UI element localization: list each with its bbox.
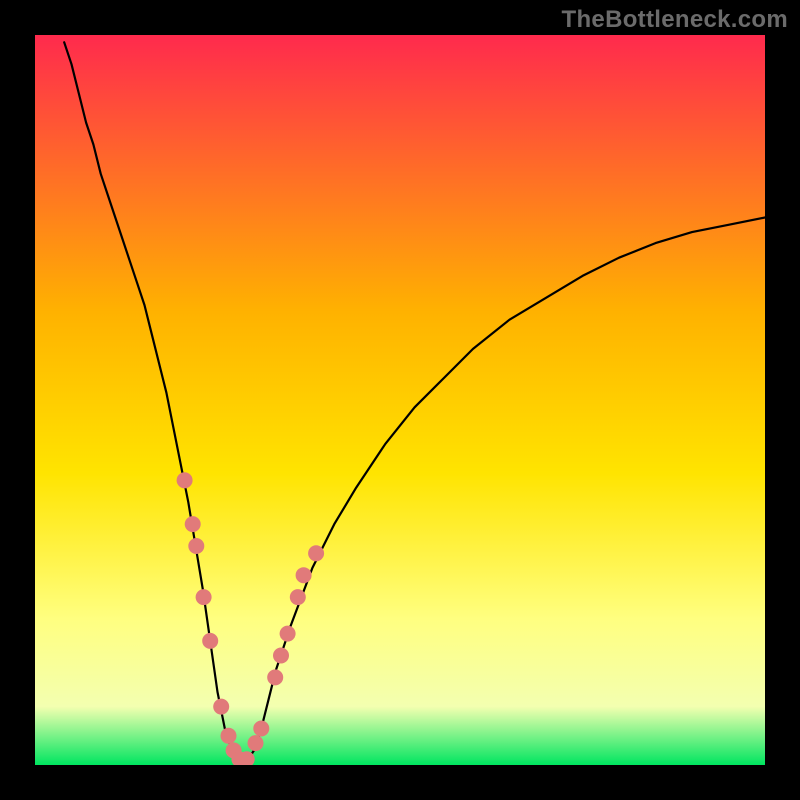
plot-area: [35, 35, 765, 765]
curve-marker: [280, 626, 296, 642]
chart-svg: [35, 35, 765, 765]
curve-marker: [188, 538, 204, 554]
curve-marker: [253, 721, 269, 737]
curve-marker: [296, 567, 312, 583]
curve-marker: [202, 633, 218, 649]
curve-marker: [248, 735, 264, 751]
gradient-background: [35, 35, 765, 765]
curve-marker: [185, 516, 201, 532]
curve-marker: [177, 472, 193, 488]
watermark-text: TheBottleneck.com: [562, 6, 788, 34]
chart-stage: TheBottleneck.com: [0, 0, 800, 800]
curve-marker: [267, 669, 283, 685]
curve-marker: [196, 589, 212, 605]
curve-marker: [308, 545, 324, 561]
curve-marker: [213, 699, 229, 715]
curve-marker: [273, 648, 289, 664]
curve-marker: [221, 728, 237, 744]
curve-marker: [290, 589, 306, 605]
